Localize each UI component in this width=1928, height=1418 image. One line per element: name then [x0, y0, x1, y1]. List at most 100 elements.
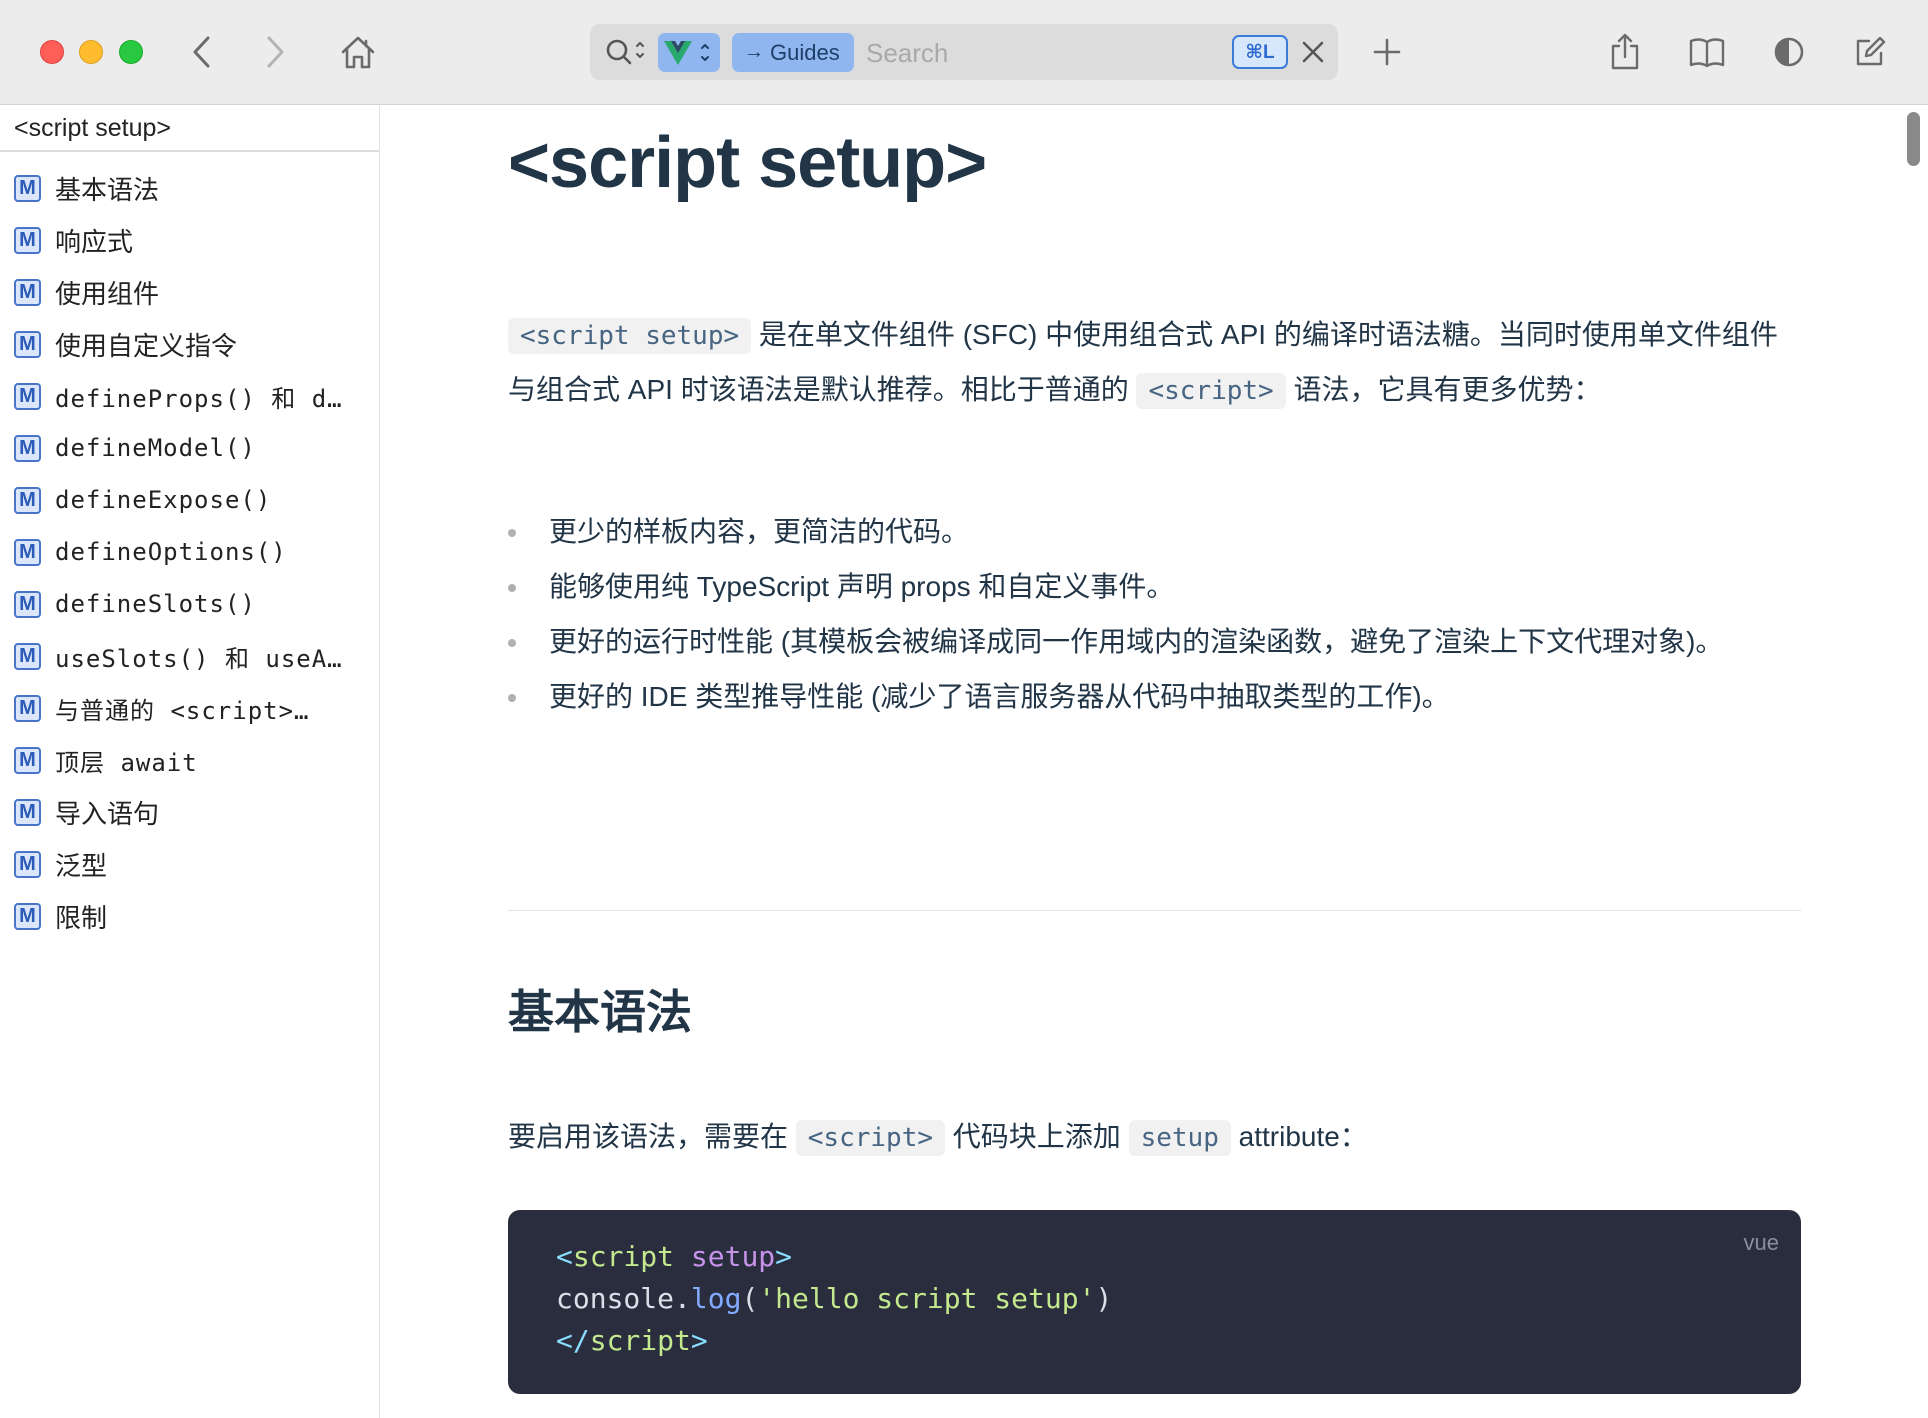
- code-token: 'hello script setup': [758, 1282, 1096, 1315]
- home-button[interactable]: [336, 30, 380, 74]
- code-token: (: [741, 1282, 759, 1315]
- close-window-button[interactable]: [40, 40, 64, 64]
- chevron-right-icon: [267, 36, 284, 68]
- toc-item-restrictions[interactable]: M 限制: [0, 890, 379, 942]
- intro-paragraph: <script setup> 是在单文件组件 (SFC) 中使用组合式 API …: [508, 308, 1801, 418]
- section-divider: [508, 910, 1801, 911]
- search-scope-icon[interactable]: [604, 36, 648, 73]
- share-button[interactable]: [1603, 30, 1647, 74]
- list-item: 更好的 IDE 类型推导性能 (减少了语言服务器从代码中抽取类型的工作)。: [508, 669, 1801, 724]
- minimize-window-button[interactable]: [79, 40, 103, 64]
- new-tab-button[interactable]: [1365, 30, 1409, 74]
- method-icon: M: [14, 902, 41, 930]
- bookmarks-button[interactable]: [1685, 30, 1729, 74]
- chevron-left-icon: [193, 36, 210, 68]
- sidebar-title: <script setup>: [0, 106, 379, 152]
- toc-item-label: defineProps() 和 d…: [55, 384, 343, 413]
- toc-item-label: 泛型: [55, 850, 108, 881]
- back-button[interactable]: [180, 30, 224, 74]
- toc-item-custom-directives[interactable]: M 使用自定义指令: [0, 318, 379, 370]
- compose-icon: [1856, 36, 1886, 66]
- toc-item-defineoptions[interactable]: M defineOptions(): [0, 526, 379, 578]
- toc-item-useslots[interactable]: M useSlots() 和 useA…: [0, 630, 379, 682]
- close-icon: [1302, 41, 1324, 63]
- method-icon: M: [14, 278, 41, 306]
- code-token: script: [589, 1324, 691, 1357]
- toc-item-using-components[interactable]: M 使用组件: [0, 266, 379, 318]
- code-token: </: [556, 1324, 590, 1357]
- list-item: 更少的样板内容，更简洁的代码。: [508, 504, 1801, 559]
- book-icon: [1689, 38, 1725, 68]
- toc-item-definemodel[interactable]: M defineModel(): [0, 422, 379, 474]
- toc-item-label: 导入语句: [55, 798, 160, 829]
- guides-scope-pill[interactable]: → Guides: [732, 33, 854, 72]
- code-block: vue <script setup> console.log('hello sc…: [508, 1210, 1801, 1394]
- code-token: <: [556, 1240, 573, 1273]
- toc-item-normal-script[interactable]: M 与普通的 <script>…: [0, 682, 379, 734]
- plus-icon: [1373, 38, 1401, 66]
- toc-item-top-level-await[interactable]: M 顶层 await: [0, 734, 379, 786]
- toc-item-label: useSlots() 和 useA…: [55, 644, 343, 673]
- code-line: <script setup>: [556, 1236, 1753, 1278]
- appearance-button[interactable]: [1767, 30, 1811, 74]
- toc-item-defineslots[interactable]: M defineSlots(): [0, 578, 379, 630]
- scrollbar-thumb[interactable]: [1907, 112, 1920, 166]
- code-language-label: vue: [1743, 1230, 1779, 1255]
- vue-logo-icon: [664, 41, 709, 65]
- code-token: script: [572, 1240, 675, 1273]
- toc-item-generics[interactable]: M 泛型: [0, 838, 379, 890]
- clear-search-button[interactable]: [1299, 37, 1327, 72]
- code-token: >: [775, 1240, 793, 1273]
- toc-item-label: 使用自定义指令: [55, 330, 238, 361]
- code-token: console.: [556, 1282, 691, 1315]
- toc-item-basic-syntax[interactable]: M 基本语法: [0, 162, 379, 214]
- toc-item-reactivity[interactable]: M 响应式: [0, 214, 379, 266]
- address-bar[interactable]: → Guides Search ⌘L: [590, 24, 1338, 80]
- toc-item-label: defineSlots(): [55, 590, 256, 618]
- code-token: log: [690, 1282, 742, 1315]
- doc-content: <script setup> <script setup> 是在单文件组件 (S…: [381, 106, 1928, 1418]
- arrow-right-icon: →: [744, 41, 764, 63]
- toc-item-import-statements[interactable]: M 导入语句: [0, 786, 379, 838]
- method-icon: M: [14, 434, 41, 462]
- section-text: attribute：: [1230, 1121, 1368, 1152]
- code-token: >: [690, 1324, 708, 1357]
- toc-item-label: 使用组件: [55, 278, 160, 309]
- toc-item-label: 基本语法: [55, 174, 160, 205]
- site-selector[interactable]: [658, 33, 720, 72]
- browser-toolbar: → Guides Search ⌘L: [0, 0, 1928, 105]
- section-text: 要启用该语法，需要在: [508, 1121, 796, 1152]
- toc-item-label: defineExpose(): [55, 486, 272, 514]
- inline-code: <script>: [795, 1120, 946, 1156]
- method-icon: M: [14, 850, 41, 878]
- search-placeholder: Search: [866, 38, 949, 68]
- toc-item-defineexpose[interactable]: M defineExpose(): [0, 474, 379, 526]
- method-icon: M: [14, 330, 41, 358]
- advantages-list: 更少的样板内容，更简洁的代码。 能够使用纯 TypeScript 声明 prop…: [508, 504, 1801, 724]
- list-item: 能够使用纯 TypeScript 声明 props 和自定义事件。: [508, 559, 1801, 614]
- forward-button[interactable]: [253, 30, 297, 74]
- method-icon: M: [14, 538, 41, 566]
- zoom-window-button[interactable]: [119, 40, 143, 64]
- toc-item-label: 与普通的 <script>…: [55, 696, 310, 725]
- method-icon: M: [14, 694, 41, 722]
- section-paragraph: 要启用该语法，需要在 <script> 代码块上添加 setup attribu…: [508, 1110, 1801, 1165]
- share-icon: [1611, 33, 1639, 70]
- toc-item-label: defineOptions(): [55, 538, 287, 566]
- intro-text: 语法，它具有更多优势：: [1285, 374, 1602, 405]
- method-icon: M: [14, 486, 41, 514]
- inline-code: <script setup>: [508, 318, 752, 354]
- compose-button[interactable]: [1848, 30, 1892, 74]
- code-token: setup: [674, 1240, 776, 1273]
- toc-item-label: 顶层 await: [55, 748, 198, 777]
- toc-item-defineprops[interactable]: M defineProps() 和 d…: [0, 370, 379, 422]
- method-icon: M: [14, 746, 41, 774]
- method-icon: M: [14, 226, 41, 254]
- code-line: console.log('hello script setup'): [556, 1278, 1753, 1320]
- code-token: ): [1095, 1282, 1113, 1315]
- contrast-icon: [1774, 37, 1804, 67]
- guides-label: Guides: [770, 39, 840, 65]
- home-icon: [341, 36, 375, 69]
- toc-item-label: defineModel(): [55, 434, 256, 462]
- toc-item-label: 响应式: [55, 226, 134, 257]
